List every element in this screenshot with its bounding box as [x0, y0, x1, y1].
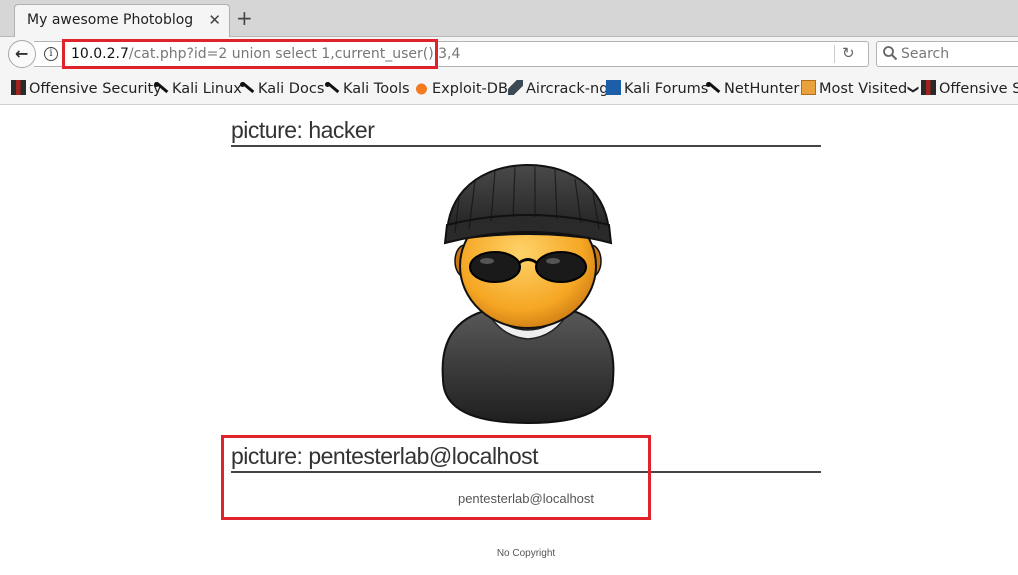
- back-arrow-icon: ←: [15, 44, 29, 63]
- search-icon: [883, 46, 898, 61]
- tab-photoblog[interactable]: My awesome Photoblog ✕: [14, 4, 230, 37]
- tab-title: My awesome Photoblog: [27, 12, 194, 28]
- bookmark-exploit-db[interactable]: Exploit-DB: [414, 80, 508, 97]
- bookmark-kali-tools[interactable]: Kali Tools: [325, 80, 410, 97]
- reload-icon[interactable]: ↻: [842, 44, 855, 62]
- kali-icon: [706, 80, 721, 95]
- bookmark-kali-docs[interactable]: Kali Docs: [240, 80, 324, 97]
- bookmark-offensive-security[interactable]: Offensive Security: [11, 80, 162, 97]
- chevron-down-icon: ❯: [907, 84, 921, 95]
- hacker-avatar-image: [441, 163, 615, 425]
- offsec-icon: [11, 80, 26, 95]
- bookmarks-bar: Offensive Security Kali Linux Kali Docs …: [0, 71, 1018, 105]
- picture-title-hacker: picture: hacker: [231, 117, 821, 147]
- navigation-bar: i 10.0.2.7/cat.php?id=2 union select 1,c…: [0, 37, 1018, 71]
- bookmark-label: Kali Forums: [624, 81, 709, 97]
- url-divider: [834, 45, 835, 63]
- result-highlight-box: [221, 435, 651, 520]
- bookmark-label: Aircrack-ng: [526, 81, 609, 97]
- footer-text: No Copyright: [496, 548, 556, 559]
- bookmark-label: Offensive Se: [939, 81, 1018, 97]
- bookmark-label: Most Visited: [819, 81, 908, 97]
- kali-icon: [325, 80, 340, 95]
- offsec-icon: [921, 80, 936, 95]
- new-tab-button[interactable]: +: [236, 6, 253, 30]
- aircrack-icon: [508, 80, 523, 95]
- bookmark-kali-linux[interactable]: Kali Linux: [154, 80, 242, 97]
- bookmark-label: Offensive Security: [29, 81, 162, 97]
- info-icon[interactable]: i: [44, 47, 58, 61]
- bookmark-label: NetHunter: [724, 81, 800, 97]
- kali-icon: [154, 80, 169, 95]
- bookmark-label: Exploit-DB: [432, 81, 508, 97]
- folder-icon: [801, 80, 816, 95]
- bookmark-label: Kali Docs: [258, 81, 325, 97]
- bookmark-nethunter[interactable]: NetHunter: [706, 80, 799, 97]
- bookmark-kali-forums[interactable]: Kali Forums: [606, 80, 708, 97]
- back-button[interactable]: ←: [8, 40, 36, 68]
- url-highlight-box: [62, 39, 438, 69]
- page-content: picture: hacker picture: pentesterlab@lo…: [0, 106, 1018, 575]
- bookmark-label: Kali Tools: [343, 81, 410, 97]
- kali-icon: [240, 80, 255, 95]
- close-tab-icon[interactable]: ✕: [208, 11, 221, 29]
- bookmark-most-visited[interactable]: Most Visited❯: [801, 80, 921, 97]
- exploitdb-icon: [414, 80, 429, 95]
- bookmark-offensive-security-2[interactable]: Offensive Se: [921, 80, 1018, 97]
- bookmark-aircrack-ng[interactable]: Aircrack-ng: [508, 80, 608, 97]
- kali-forums-icon: [606, 80, 621, 95]
- search-input[interactable]: Search: [876, 41, 1018, 67]
- search-placeholder: Search: [901, 46, 950, 62]
- tab-bar: My awesome Photoblog ✕ +: [0, 0, 1018, 37]
- bookmark-label: Kali Linux: [172, 81, 242, 97]
